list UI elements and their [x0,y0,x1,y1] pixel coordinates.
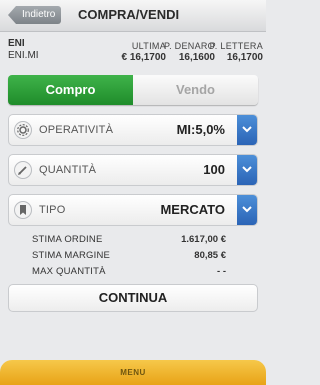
quantita-input[interactable]: QUANTITÀ 100 [8,154,258,186]
symbol-ticker: ENI.MI [8,50,39,61]
operativita-selector[interactable]: OPERATIVITÀ MI:5,0% [8,114,258,146]
ask-price-value: 16,1700 [226,52,263,63]
tipo-label: TIPO [39,204,66,216]
quantita-label: QUANTITÀ [39,164,97,176]
settings-icon [14,121,32,139]
buy-tab[interactable]: Compro [8,75,133,105]
last-price-label: ULTIMA [131,41,166,51]
summary-label: STIMA MARGINE [32,250,111,261]
top-bar: Indietro COMPRA/VENDI [0,0,266,32]
last-price-value: € 16,1700 [121,52,167,63]
page-title: COMPRA/VENDI [78,7,180,22]
operativita-value: MI:5,0% [176,122,225,137]
summary-label: MAX QUANTITÀ [32,266,106,277]
symbol-name: ENI [8,38,25,49]
quantita-value: 100 [203,162,225,177]
pencil-icon [14,161,32,179]
back-button[interactable]: Indietro [8,6,62,24]
summary-label: STIMA ORDINE [32,234,103,245]
symbol-block: ENI ENI.MI [8,38,39,62]
tipo-value: MERCATO [160,202,225,217]
operativita-label: OPERATIVITÀ [39,124,114,136]
bid-price-value: 16,1600 [178,52,215,63]
chevron-down-icon[interactable] [237,115,257,145]
quote-panel: ENI ENI.MI ULTIMA € 16,1700 P. DENARO 16… [0,38,266,68]
bid-price-label: P. DENARO [163,41,215,51]
tipo-selector[interactable]: TIPO MERCATO [8,194,258,226]
continue-button[interactable]: CONTINUA [8,284,258,312]
summary-value: 1.617,00 € [181,234,226,245]
ask-price-label: P. LETTERA [209,41,263,51]
sell-tab[interactable]: Vendo [133,75,258,105]
chevron-down-icon[interactable] [237,195,257,225]
bookmark-icon [14,201,32,219]
menu-bar[interactable]: MENU [0,360,266,385]
last-price: ULTIMA € 16,1700 [122,40,167,64]
bid-price: P. DENARO 16,1600 [164,40,215,64]
summary-value: - - [217,266,226,277]
chevron-down-icon[interactable] [237,155,257,185]
buy-sell-toggle: Compro Vendo [8,75,258,105]
summary-value: 80,85 € [194,250,226,261]
ask-price: P. LETTERA 16,1700 [210,40,263,64]
